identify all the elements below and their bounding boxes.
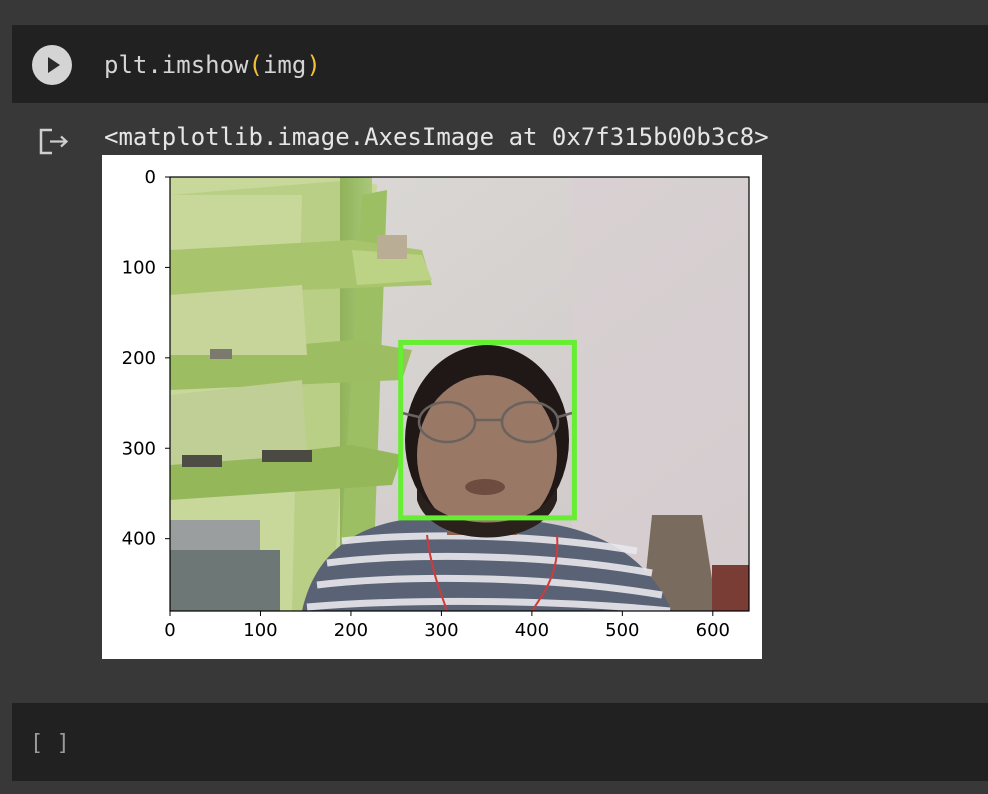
camera-image [170,177,749,611]
x-tick-label: 500 [605,620,639,641]
y-tick-label: 100 [122,257,156,278]
code-function: plt.imshow [104,51,249,79]
code-line[interactable]: plt.imshow(img) [104,50,321,80]
x-tick-label: 400 [515,620,549,641]
y-tick-label: 0 [145,167,156,188]
output-text: <matplotlib.image.AxesImage at 0x7f315b0… [104,123,769,151]
code-argument: img [262,51,307,79]
x-tick-label: 0 [164,620,175,641]
x-axis: 0 100 200 300 400 500 600 [164,611,730,641]
cell-prompt: [ ] [30,731,70,756]
output-redirect-icon[interactable] [38,126,72,156]
imshow-plot: 0 100 200 300 400 500 600 0 100 200 300 400 [122,167,750,641]
x-tick-label: 200 [334,620,368,641]
code-paren-close: ) [306,51,321,79]
x-tick-label: 100 [243,620,277,641]
play-icon [48,57,60,73]
y-axis: 0 100 200 300 400 [122,167,170,550]
x-tick-label: 300 [424,620,458,641]
empty-code-cell[interactable] [12,703,988,781]
y-tick-label: 400 [122,529,156,550]
y-tick-label: 200 [122,348,156,369]
x-tick-label: 600 [696,620,730,641]
run-cell-button[interactable] [32,45,72,85]
y-tick-label: 300 [122,438,156,459]
code-paren-open: ( [248,51,263,79]
